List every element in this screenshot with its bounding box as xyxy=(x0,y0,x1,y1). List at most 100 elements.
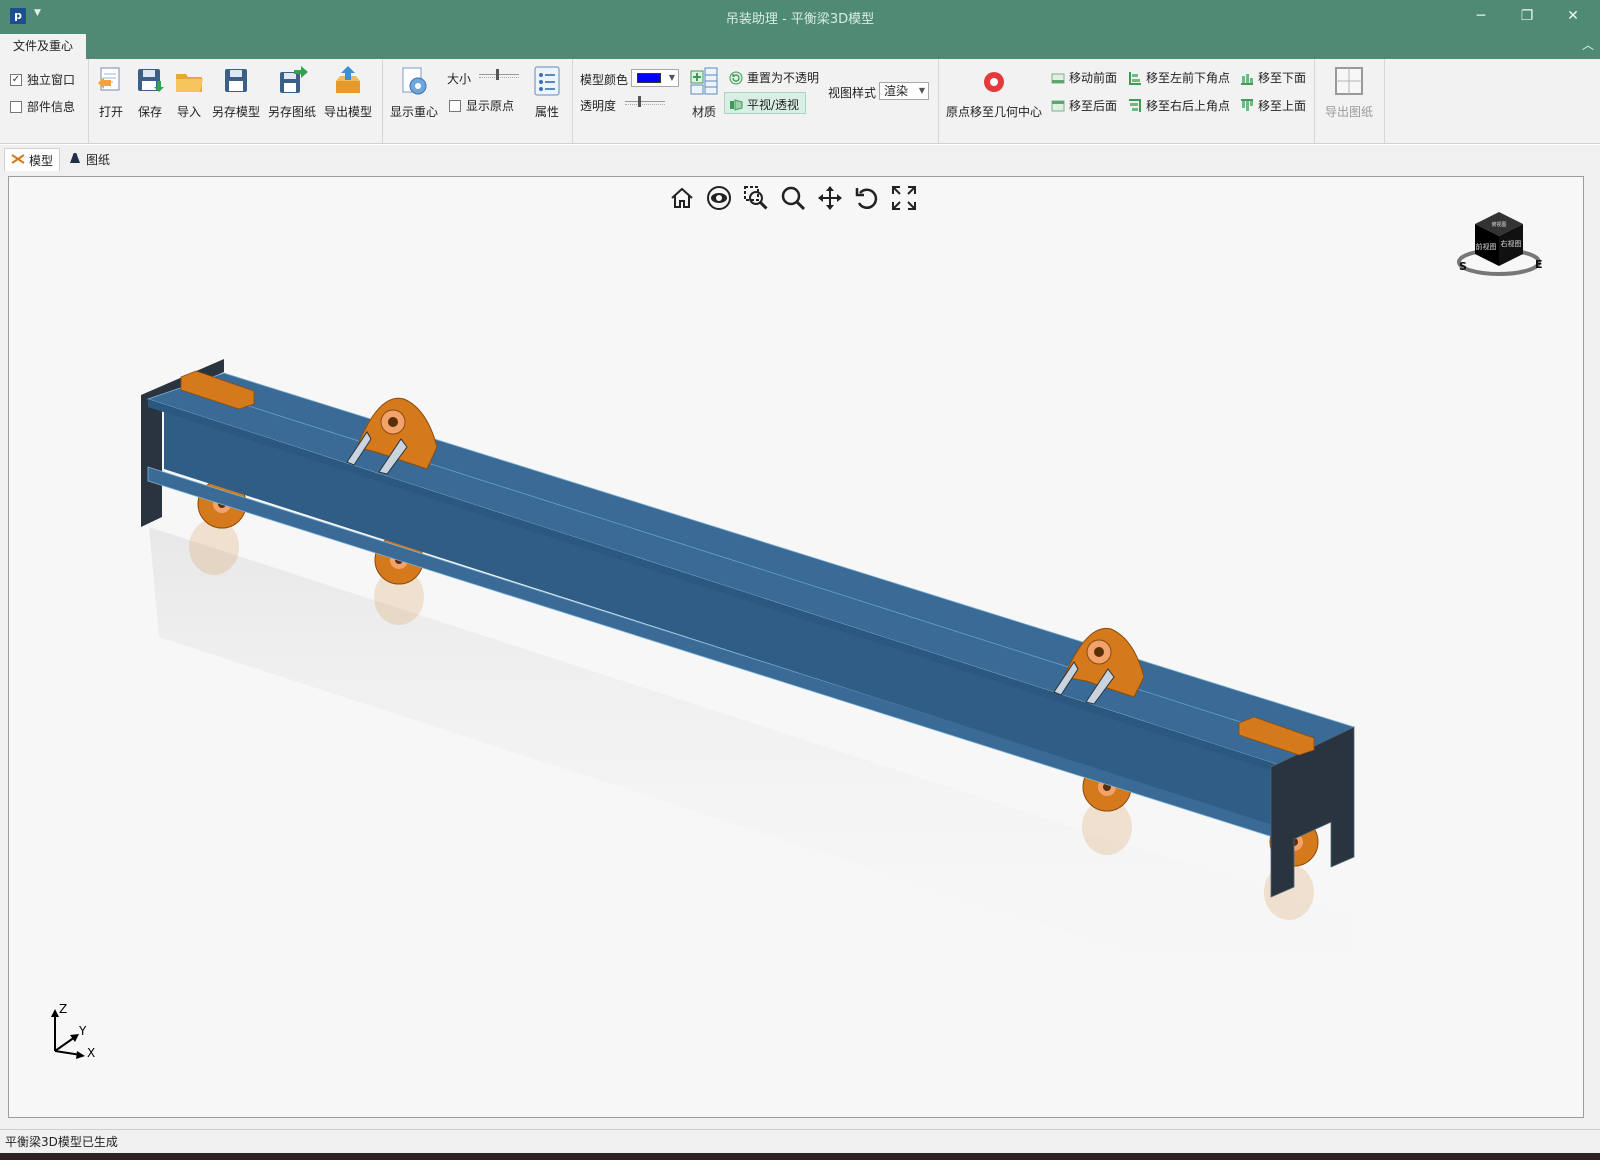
center-of-gravity-icon xyxy=(398,65,430,97)
save-drawing-as-button[interactable]: 另存图纸 xyxy=(267,65,317,120)
title-bar: p ▼ 吊装助理 - 平衡梁3D模型 ─ ❐ ✕ xyxy=(0,0,1600,32)
view-style-label: 视图样式 xyxy=(828,86,877,100)
beam-model-canvas[interactable] xyxy=(9,177,1584,1118)
back-face-icon xyxy=(1051,99,1065,113)
ortho-persp-button[interactable]: 平视/透视 xyxy=(729,96,799,113)
show-origin-checkbox[interactable]: 显示原点 xyxy=(449,97,514,114)
ribbon-collapse-icon[interactable]: ︿ xyxy=(1582,36,1594,53)
export-drawing-button[interactable]: 导出图纸 xyxy=(1320,65,1378,120)
drawing-frame-icon xyxy=(1333,65,1365,97)
move-back-label: 移至后面 xyxy=(1069,99,1118,113)
move-front-left-bottom-button[interactable]: 移至左前下角点 xyxy=(1128,69,1230,86)
standalone-window-label: 独立窗口 xyxy=(27,73,76,87)
ribbon-separator xyxy=(382,59,383,143)
axis-triad: Z Y X xyxy=(51,1003,95,1060)
transparency-label-wrap: 透明度 xyxy=(580,97,616,114)
move-front-button[interactable]: 移动前面 xyxy=(1051,69,1117,86)
show-cog-button[interactable]: 显示重心 xyxy=(388,65,440,120)
transparency-label: 透明度 xyxy=(580,99,617,113)
view-toggle-icon xyxy=(729,98,743,112)
ribbon-separator xyxy=(88,59,89,143)
tab-model[interactable]: 模型 xyxy=(4,148,61,171)
ribbon-separator xyxy=(1384,59,1385,143)
material-grid-icon xyxy=(688,65,720,97)
viewcube-right-label: 右视图 xyxy=(1501,239,1522,248)
export-model-button[interactable]: 导出模型 xyxy=(323,65,373,120)
ribbon: ✓ 独立窗口 部件信息 打开 保存 导入 另存模型 另存图纸 导出模型 显示重心… xyxy=(0,59,1600,144)
cog-size-label: 大小 xyxy=(447,70,471,87)
move-top-label: 移至上面 xyxy=(1258,99,1307,113)
reset-icon xyxy=(729,71,743,85)
transparency-slider[interactable] xyxy=(625,95,665,109)
chevron-down-icon: ▼ xyxy=(668,73,675,82)
align-top-icon xyxy=(1240,98,1254,113)
restore-button[interactable]: ❐ xyxy=(1504,0,1550,32)
view-cube[interactable]: 俯视图 前视图 右视图 S E xyxy=(1453,204,1549,284)
standalone-window-checkbox[interactable]: ✓ 独立窗口 xyxy=(10,71,75,88)
view-style-label-wrap: 视图样式 xyxy=(828,84,876,101)
viewcube-front-label: 前视图 xyxy=(1476,242,1497,251)
tab-model-label: 模型 xyxy=(29,153,54,168)
ribbon-separator xyxy=(1314,59,1315,143)
save-model-as-button[interactable]: 另存模型 xyxy=(211,65,261,120)
3d-viewport[interactable]: 俯视图 前视图 右视图 S E Z Y X xyxy=(8,176,1584,1118)
compass-s-label: S xyxy=(1459,260,1467,273)
open-label: 打开 xyxy=(98,105,123,119)
material-label: 材质 xyxy=(691,105,716,119)
reset-opaque-button[interactable]: 重置为不透明 xyxy=(729,69,819,86)
window-title: 吊装助理 - 平衡梁3D模型 xyxy=(725,12,875,27)
properties-list-icon xyxy=(531,65,563,97)
viewcube-top-label: 俯视图 xyxy=(1491,221,1506,228)
model-tab-icon xyxy=(11,153,25,168)
ortho-persp-label: 平视/透视 xyxy=(747,98,800,112)
status-text: 平衡梁3D模型已生成 xyxy=(5,1135,118,1149)
ribbon-separator xyxy=(938,59,939,143)
save-drawing-icon xyxy=(276,65,308,97)
tab-file-cog[interactable]: 文件及重心 xyxy=(0,34,86,59)
ribbon-separator xyxy=(572,59,573,143)
tab-drawing[interactable]: 图纸 xyxy=(62,148,116,171)
material-button[interactable]: 材质 xyxy=(687,65,721,120)
tab-drawing-label: 图纸 xyxy=(86,153,111,167)
properties-label: 属性 xyxy=(534,105,559,119)
model-color-picker[interactable]: ▼ xyxy=(631,69,679,87)
cog-size-slider[interactable] xyxy=(479,68,519,82)
view-style-select[interactable]: 渲染 ▼ xyxy=(879,82,929,100)
show-origin-label: 显示原点 xyxy=(466,99,515,113)
save-label: 保存 xyxy=(137,105,162,119)
open-doc-icon xyxy=(95,65,127,97)
chevron-down-icon: ▼ xyxy=(918,86,925,95)
open-button[interactable]: 打开 xyxy=(94,65,128,120)
minimize-button[interactable]: ─ xyxy=(1458,0,1504,32)
part-info-checkbox[interactable]: 部件信息 xyxy=(10,98,75,115)
save-button[interactable]: 保存 xyxy=(133,65,167,120)
axis-x-label: X xyxy=(87,1046,95,1060)
import-button[interactable]: 导入 xyxy=(172,65,206,120)
properties-button[interactable]: 属性 xyxy=(531,65,563,120)
taskbar-strip xyxy=(0,1153,1600,1160)
move-back-right-top-button[interactable]: 移至右后上角点 xyxy=(1128,97,1230,114)
move-bottom-button[interactable]: 移至下面 xyxy=(1240,69,1306,86)
save-model-as-label: 另存模型 xyxy=(211,105,260,119)
import-label: 导入 xyxy=(176,105,201,119)
model-color-label: 模型颜色 xyxy=(580,73,629,87)
move-back-button[interactable]: 移至后面 xyxy=(1051,97,1117,114)
align-bottom-icon xyxy=(1240,71,1254,85)
ribbon-tab-row: 文件及重心 ︿ xyxy=(0,32,1600,59)
checkbox-unchecked-icon xyxy=(449,99,461,112)
save-as-icon xyxy=(220,65,252,97)
save-icon xyxy=(134,65,166,97)
status-bar: 平衡梁3D模型已生成 xyxy=(0,1129,1600,1153)
slider-thumb[interactable] xyxy=(496,69,499,80)
move-bottom-label: 移至下面 xyxy=(1258,71,1307,85)
reset-opaque-label: 重置为不透明 xyxy=(747,71,820,85)
corner-bottom-left-icon xyxy=(1128,71,1142,85)
close-button[interactable]: ✕ xyxy=(1550,0,1596,32)
show-cog-label: 显示重心 xyxy=(389,105,438,119)
slider-thumb[interactable] xyxy=(638,96,641,107)
export-drawing-label: 导出图纸 xyxy=(1324,105,1373,119)
move-top-button[interactable]: 移至上面 xyxy=(1240,97,1306,114)
compass-e-label: E xyxy=(1535,258,1543,271)
move-origin-center-button[interactable]: 原点移至几何中心 xyxy=(944,65,1044,120)
axis-z-label: Z xyxy=(59,1003,67,1016)
